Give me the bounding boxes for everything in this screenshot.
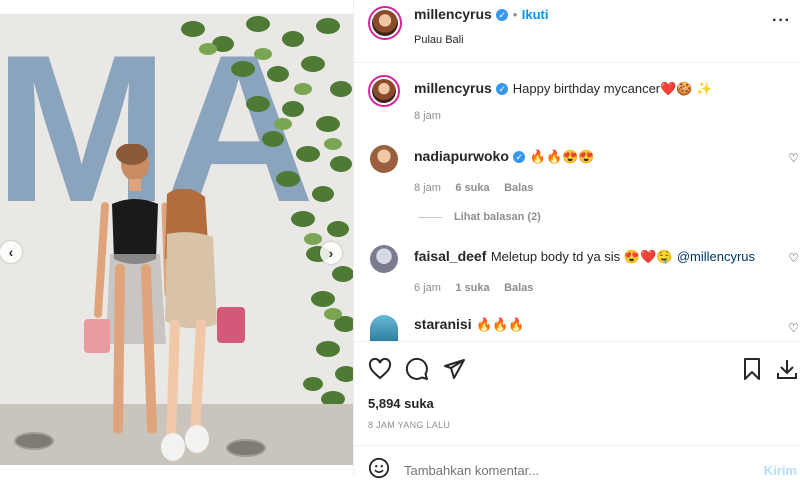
section-divider	[354, 341, 800, 342]
post-location[interactable]: Pulau Bali	[414, 34, 464, 46]
commenter-avatar[interactable]	[370, 145, 398, 173]
comment-row: faisal_deef Meletup body td ya sis 😍❤️🤤 …	[414, 248, 755, 266]
more-horizontal-icon[interactable]: ···	[772, 12, 791, 30]
view-replies-button[interactable]: Lihat balasan (2)	[454, 211, 541, 223]
post-photo: MA ‹ ›	[0, 14, 353, 465]
comment-likes[interactable]: 1 suka	[455, 282, 489, 294]
like-heart-icon[interactable]	[368, 357, 392, 381]
caption-time: 8 jam	[414, 110, 441, 122]
verified-icon: ✓	[513, 150, 526, 163]
like-comment-heart-icon[interactable]: ♡	[788, 151, 799, 165]
likes-count[interactable]: 5,894 suka	[368, 396, 434, 411]
comment-likes[interactable]: 6 suka	[455, 182, 489, 194]
bookmark-save-icon[interactable]	[740, 357, 764, 381]
comment-input[interactable]	[404, 460, 734, 480]
follow-button[interactable]: Ikuti	[522, 7, 549, 22]
comment-composer: Kirim	[354, 445, 800, 480]
comment-username[interactable]: staranisi	[414, 316, 472, 332]
like-comment-heart-icon[interactable]: ♡	[788, 321, 799, 335]
comment-row: nadiapurwoko ✓ 🔥🔥😍😍	[414, 148, 595, 166]
comment-text: 🔥🔥😍😍	[529, 149, 595, 164]
caption-username[interactable]: millencyrus	[414, 80, 492, 96]
person-right	[161, 189, 245, 461]
mention-link[interactable]: @millencyrus	[677, 249, 755, 264]
comment-time: 8 jam	[414, 182, 441, 194]
share-send-icon[interactable]	[442, 357, 466, 381]
post-details-panel: millencyrus ✓ • Ikuti Pulau Bali ··· mil…	[353, 0, 800, 480]
post-header: millencyrus ✓ • Ikuti Pulau Bali ···	[354, 0, 800, 63]
download-icon[interactable]	[775, 357, 799, 381]
replies-divider	[418, 217, 442, 218]
comment-bubble-icon[interactable]	[405, 357, 429, 381]
comment-meta: 6 jam 1 suka Balas	[414, 278, 533, 296]
caption-row: millencyrus ✓ Happy birthday mycancer❤️🍪…	[414, 80, 712, 98]
posted-time: 8 JAM YANG LALU	[368, 420, 451, 430]
caption-avatar[interactable]	[368, 75, 400, 107]
emoji-smiley-icon[interactable]	[368, 457, 390, 479]
comment-meta: 8 jam 6 suka Balas	[414, 178, 533, 196]
author-avatar[interactable]	[368, 6, 402, 40]
comment-username[interactable]: faisal_deef	[414, 248, 486, 264]
commenter-avatar[interactable]	[370, 315, 398, 341]
next-photo-button[interactable]: ›	[320, 242, 342, 264]
header-user-row: millencyrus ✓ • Ikuti	[414, 6, 548, 24]
comment-text: 🔥🔥🔥	[476, 317, 525, 332]
comment-row: staranisi 🔥🔥🔥	[414, 316, 525, 334]
verified-icon: ✓	[496, 8, 509, 21]
verified-icon: ✓	[496, 82, 509, 95]
caption-text: Happy birthday mycancer❤️🍪 ✨	[512, 81, 713, 96]
dot-separator: •	[512, 7, 518, 22]
comment-username[interactable]: nadiapurwoko	[414, 148, 509, 164]
floor-drain	[14, 432, 54, 450]
commenter-avatar[interactable]	[370, 245, 398, 273]
previous-photo-button[interactable]: ‹	[0, 241, 22, 263]
comment-text: Meletup body td ya sis 😍❤️🤤	[490, 249, 673, 264]
reply-button[interactable]: Balas	[504, 282, 533, 294]
author-username[interactable]: millencyrus	[414, 6, 492, 22]
like-comment-heart-icon[interactable]: ♡	[788, 251, 799, 265]
reply-button[interactable]: Balas	[504, 182, 533, 194]
submit-comment-button[interactable]: Kirim	[764, 463, 797, 478]
comment-time: 6 jam	[414, 282, 441, 294]
